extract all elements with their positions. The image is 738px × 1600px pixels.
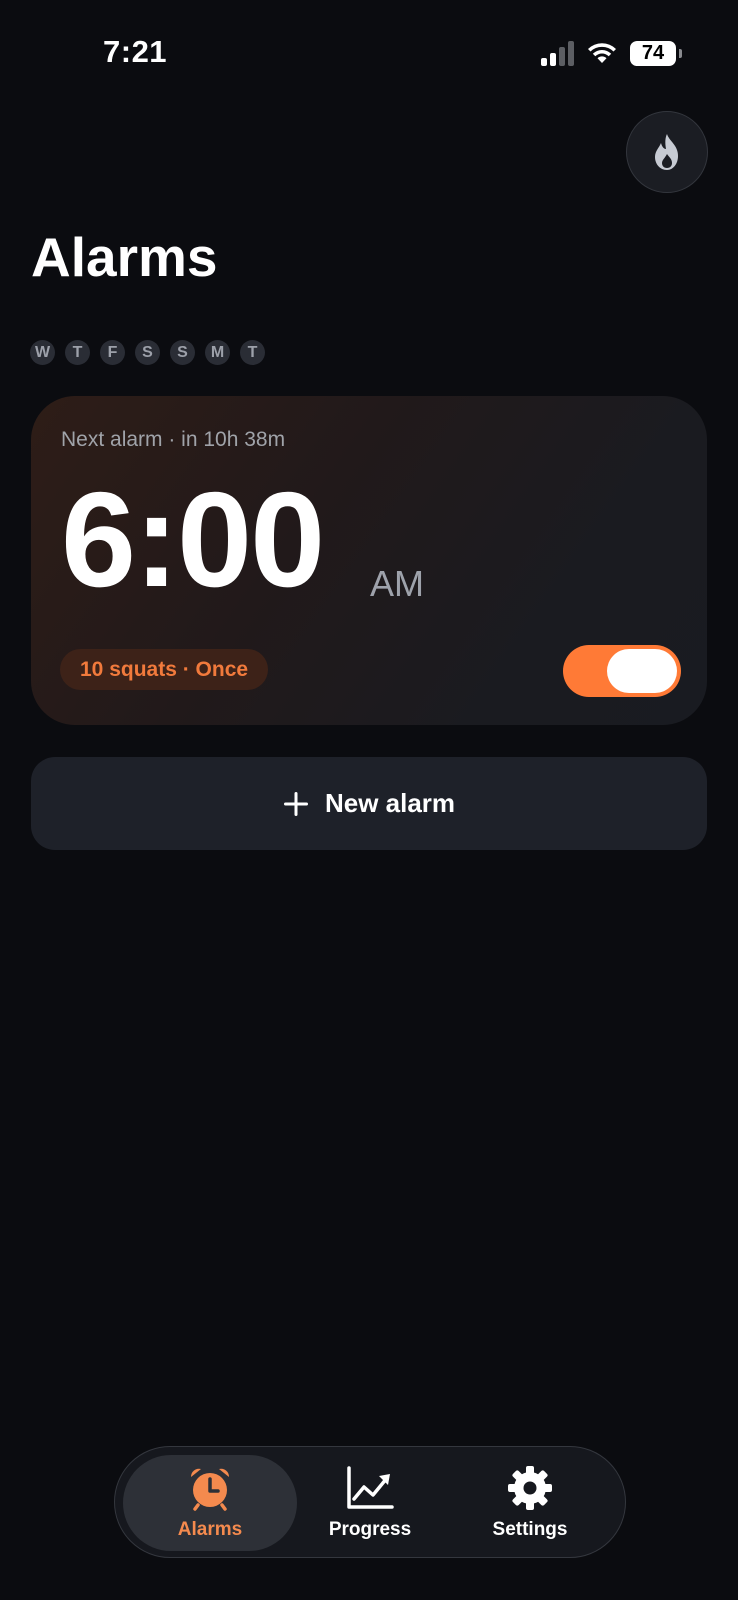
flame-icon (655, 134, 678, 170)
alarm-clock-icon (190, 1468, 230, 1511)
alarm-ampm: AM (370, 563, 424, 604)
tab-bar: Alarms Progress Settings (114, 1446, 626, 1558)
cellular-signal-icon (541, 40, 574, 66)
new-alarm-label: New alarm (324, 788, 456, 818)
page-title: Alarms (31, 226, 218, 288)
alarm-time: 6:00 (61, 464, 325, 615)
weekday-chip: F (100, 340, 125, 365)
plus-icon (283, 791, 308, 816)
new-alarm-button[interactable]: New alarm (31, 757, 707, 850)
weekday-chip: T (240, 340, 265, 365)
gear-icon (508, 1466, 552, 1510)
status-icons: 74 (541, 40, 682, 66)
streak-button[interactable] (626, 111, 708, 193)
battery-icon: 74 (630, 40, 682, 66)
alarm-task-badge: 10 squats · Once (60, 649, 269, 690)
alarm-enabled-toggle[interactable] (563, 645, 681, 697)
next-alarm-label: Next alarm · in 10h 38m (61, 428, 286, 451)
alarm-card[interactable]: Next alarm · in 10h 38m 6:00 AM 10 squat… (31, 396, 707, 725)
wifi-icon (588, 43, 616, 63)
toggle-knob (607, 649, 677, 693)
tab-label: Alarms (177, 1519, 243, 1540)
status-time: 7:21 (103, 34, 168, 69)
tab-label: Progress (328, 1519, 412, 1540)
weekday-chip: S (170, 340, 195, 365)
weekday-indicators: W T F S S M T (30, 340, 265, 365)
weekday-chip: S (135, 340, 160, 365)
tab-label: Settings (492, 1519, 568, 1540)
tab-settings[interactable]: Settings (443, 1455, 617, 1551)
chart-icon (347, 1466, 394, 1509)
weekday-chip: M (205, 340, 230, 365)
weekday-chip: W (30, 340, 55, 365)
tab-alarms[interactable]: Alarms (123, 1455, 297, 1551)
weekday-chip: T (65, 340, 90, 365)
tab-progress[interactable]: Progress (283, 1455, 457, 1551)
